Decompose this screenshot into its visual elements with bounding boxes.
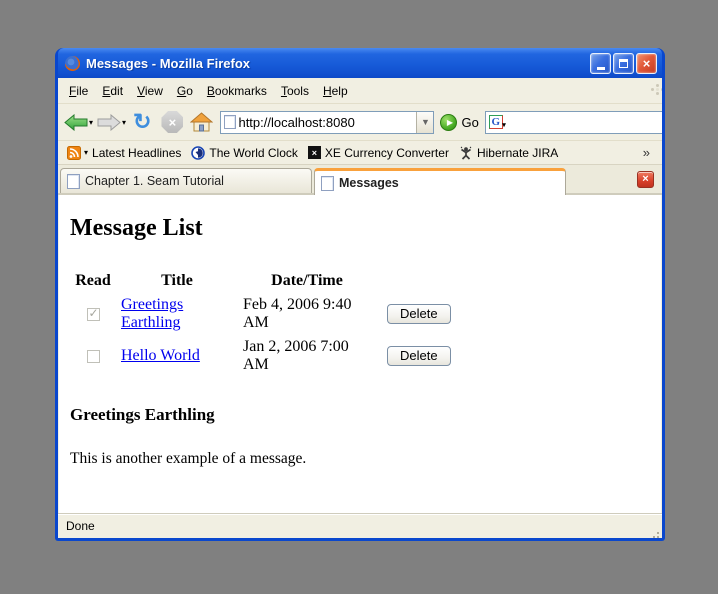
go-button[interactable]: ▶ Go — [436, 114, 482, 131]
resize-grip-icon[interactable] — [657, 532, 659, 534]
message-title-link[interactable]: Greetings Earthling — [121, 296, 183, 331]
message-title-link[interactable]: Hello World — [121, 347, 200, 364]
page-content: Message List Read Title Date/Time Greeti… — [58, 195, 662, 513]
status-bar: Done — [58, 513, 662, 538]
read-checkbox[interactable] — [87, 350, 100, 363]
titlebar[interactable]: Messages - Mozilla Firefox × — [58, 48, 662, 78]
menu-bar: File Edit View Go Bookmarks Tools Help — [58, 78, 662, 104]
read-checkbox[interactable] — [87, 308, 100, 321]
message-datetime: Jan 2, 2006 7:00 AM — [239, 336, 375, 376]
navigation-toolbar: ▾ ▾ ↻ × — [58, 104, 662, 141]
message-table: Read Title Date/Time Greetings Earthling… — [69, 268, 457, 378]
message-datetime: Feb 4, 2006 9:40 AM — [239, 294, 375, 334]
xe-icon: × — [308, 146, 321, 159]
firefox-logo-icon — [64, 55, 81, 72]
status-text: Done — [66, 519, 95, 533]
tab-messages[interactable]: Messages — [314, 168, 566, 195]
tab-page-icon — [321, 176, 334, 191]
home-icon — [190, 112, 213, 132]
location-bar[interactable]: ▼ — [220, 111, 434, 134]
tab-strip: Chapter 1. Seam Tutorial Messages × — [58, 165, 662, 195]
world-clock-icon — [191, 146, 205, 160]
reload-icon: ↻ — [130, 111, 154, 133]
tab-seam-tutorial[interactable]: Chapter 1. Seam Tutorial — [60, 168, 312, 193]
forward-dropdown-icon[interactable]: ▾ — [122, 118, 126, 127]
delete-button[interactable]: Delete — [387, 304, 451, 324]
page-favicon-icon — [224, 115, 236, 129]
url-input[interactable] — [236, 115, 416, 130]
bookmark-world-clock[interactable]: The World Clock — [188, 144, 300, 162]
selected-message-body: This is another example of a message. — [70, 450, 651, 468]
table-row: Hello World Jan 2, 2006 7:00 AM Delete — [71, 336, 455, 376]
column-header-action — [377, 270, 455, 292]
stop-button[interactable]: × — [157, 110, 187, 134]
column-header-title: Title — [117, 270, 237, 292]
bookmarks-toolbar: ▾ Latest Headlines The World Clock × XE … — [58, 141, 662, 165]
menu-tools[interactable]: Tools — [274, 80, 316, 102]
url-dropdown-button[interactable]: ▼ — [416, 112, 433, 133]
search-input[interactable] — [503, 115, 662, 130]
google-search-engine-icon[interactable]: G▾ — [489, 115, 503, 129]
table-row: Greetings Earthling Feb 4, 2006 9:40 AM … — [71, 294, 455, 334]
menu-view[interactable]: View — [130, 80, 170, 102]
close-button[interactable]: × — [636, 53, 657, 74]
close-tab-button[interactable]: × — [637, 171, 654, 188]
bookmarks-overflow-chevron[interactable]: » — [637, 145, 656, 160]
menu-bookmarks[interactable]: Bookmarks — [200, 80, 274, 102]
toolbar-grip-icon — [651, 88, 654, 91]
home-button[interactable] — [189, 111, 214, 133]
window-title: Messages - Mozilla Firefox — [86, 56, 590, 71]
delete-button[interactable]: Delete — [387, 346, 451, 366]
page-title: Message List — [70, 215, 651, 242]
close-icon: × — [643, 56, 651, 71]
minimize-button[interactable] — [590, 53, 611, 74]
browser-window: Messages - Mozilla Firefox × File Edit V… — [55, 48, 665, 541]
maximize-icon — [619, 59, 628, 68]
live-bookmark-dropdown-icon: ▾ — [84, 148, 88, 157]
go-icon: ▶ — [440, 114, 457, 131]
menu-file[interactable]: File — [62, 80, 95, 102]
jira-person-icon — [459, 146, 473, 160]
back-button[interactable]: ▾ — [63, 113, 94, 132]
back-dropdown-icon[interactable]: ▾ — [89, 118, 93, 127]
tab-page-icon — [67, 174, 80, 189]
column-header-datetime: Date/Time — [239, 270, 375, 292]
stop-icon: × — [161, 111, 183, 133]
bookmark-xe-currency[interactable]: × XE Currency Converter — [305, 144, 452, 162]
bookmark-latest-headlines[interactable]: ▾ Latest Headlines — [64, 144, 184, 162]
menu-edit[interactable]: Edit — [95, 80, 130, 102]
menu-help[interactable]: Help — [316, 80, 355, 102]
column-header-read: Read — [71, 270, 115, 292]
menu-go[interactable]: Go — [170, 80, 200, 102]
rss-feed-icon — [67, 146, 82, 160]
back-arrow-icon — [64, 114, 88, 131]
maximize-button[interactable] — [613, 53, 634, 74]
minimize-icon — [597, 67, 605, 70]
reload-button[interactable]: ↻ — [129, 110, 155, 134]
forward-arrow-icon — [97, 114, 121, 131]
forward-button[interactable]: ▾ — [96, 113, 127, 132]
bookmark-hibernate-jira[interactable]: Hibernate JIRA — [456, 144, 561, 162]
selected-message-heading: Greetings Earthling — [70, 405, 651, 425]
search-bar[interactable]: G▾ — [485, 111, 662, 134]
